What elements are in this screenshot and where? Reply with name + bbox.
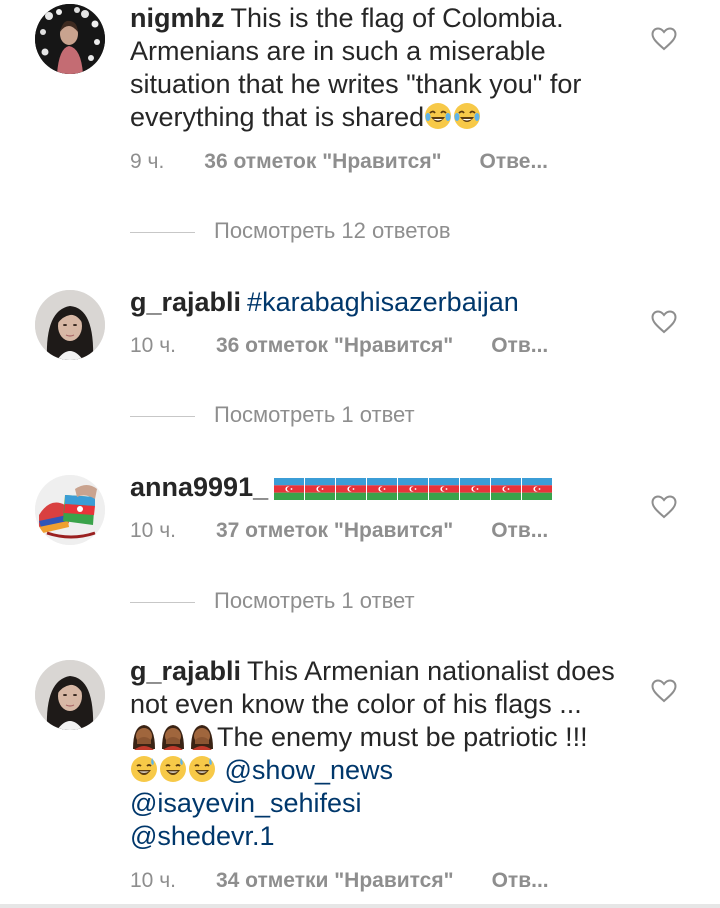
reply-button[interactable]: Отве... xyxy=(480,150,548,173)
comment-meta: 10 ч. 34 отметки "Нравится" Отв... xyxy=(130,869,549,893)
comment-time: 10 ч. xyxy=(130,869,176,892)
avatar-image xyxy=(35,290,105,360)
reply-button[interactable]: Отв... xyxy=(491,334,548,357)
replies-divider xyxy=(130,231,195,233)
flag-azerbaijan-icon xyxy=(398,478,428,500)
flag-azerbaijan-icon xyxy=(367,478,397,500)
replies-divider xyxy=(130,601,195,603)
person-facepalming-icon xyxy=(159,722,187,750)
likes-count[interactable]: 36 отметок "Нравится" xyxy=(216,334,453,357)
avatar-image xyxy=(35,4,105,74)
grinning-face-with-sweat-icon xyxy=(159,755,187,783)
avatar-image xyxy=(35,660,105,730)
comment-username[interactable]: nigmhz xyxy=(130,3,225,33)
heart-outline-icon[interactable] xyxy=(651,310,677,334)
comment-meta: 9 ч. 36 отметок "Нравится" Отве... xyxy=(130,150,548,174)
comment-meta: 10 ч. 37 отметок "Нравится" Отв... xyxy=(130,519,548,543)
view-replies-label: Посмотреть 1 ответ xyxy=(214,402,415,427)
flag-azerbaijan-icon xyxy=(274,478,304,500)
likes-count[interactable]: 34 отметки "Нравится" xyxy=(216,869,454,892)
comment-meta: 10 ч. 36 отметок "Нравится" Отв... xyxy=(130,334,548,358)
person-facepalming-icon xyxy=(130,722,158,750)
hashtag-link[interactable]: #karabaghisazerbaijan xyxy=(247,287,519,317)
flag-azerbaijan-icon xyxy=(460,478,490,500)
comment-time: 9 ч. xyxy=(130,150,165,173)
replies-divider xyxy=(130,415,195,417)
grinning-face-with-sweat-icon xyxy=(130,755,158,783)
flag-azerbaijan-icon xyxy=(305,478,335,500)
person-facepalming-icon xyxy=(188,722,216,750)
view-replies-button[interactable]: Посмотреть 12 ответов xyxy=(130,218,451,244)
flag-azerbaijan-icon xyxy=(336,478,366,500)
avatar[interactable] xyxy=(35,4,105,74)
flag-azerbaijan-icon xyxy=(429,478,459,500)
comment-time: 10 ч. xyxy=(130,519,176,542)
comment-username[interactable]: g_rajabli xyxy=(130,287,241,317)
comment-time: 10 ч. xyxy=(130,334,176,357)
comment-text: g_rajabli This Armenian nationalist does … xyxy=(130,655,635,853)
avatar[interactable] xyxy=(35,660,105,730)
view-replies-label: Посмотреть 1 ответ xyxy=(214,588,415,613)
face-with-tears-of-joy-icon xyxy=(424,102,452,130)
flag-azerbaijan-icon xyxy=(491,478,521,500)
mention-link[interactable]: @isayevin_sehifesi xyxy=(130,788,362,818)
grinning-face-with-sweat-icon xyxy=(188,755,216,783)
comment-text: anna9991_ xyxy=(130,471,635,504)
likes-count[interactable]: 36 отметок "Нравится" xyxy=(204,150,441,173)
mention-link[interactable]: @show_news xyxy=(225,755,394,785)
reply-button[interactable]: Отв... xyxy=(492,869,549,892)
comment-body: The enemy must be patriotic !!! xyxy=(217,722,588,752)
view-replies-button[interactable]: Посмотреть 1 ответ xyxy=(130,402,415,428)
avatar[interactable] xyxy=(35,475,105,545)
bottom-divider xyxy=(0,904,720,908)
comment-username[interactable]: g_rajabli xyxy=(130,656,241,686)
face-with-tears-of-joy-icon xyxy=(453,102,481,130)
heart-outline-icon[interactable] xyxy=(651,495,677,519)
comment-text: nigmhz This is the flag of Colombia. Arme… xyxy=(130,2,635,134)
view-replies-button[interactable]: Посмотреть 1 ответ xyxy=(130,588,415,614)
avatar[interactable] xyxy=(35,290,105,360)
reply-button[interactable]: Отв... xyxy=(491,519,548,542)
avatar-image xyxy=(35,475,105,545)
comment-username[interactable]: anna9991_ xyxy=(130,472,268,502)
heart-outline-icon[interactable] xyxy=(651,27,677,51)
likes-count[interactable]: 37 отметок "Нравится" xyxy=(216,519,453,542)
heart-outline-icon[interactable] xyxy=(651,679,677,703)
comment-text: g_rajabli #karabaghisazerbaijan xyxy=(130,286,635,319)
view-replies-label: Посмотреть 12 ответов xyxy=(214,218,451,243)
mention-link[interactable]: @shedevr.1 xyxy=(130,821,275,851)
flag-azerbaijan-icon xyxy=(522,478,552,500)
